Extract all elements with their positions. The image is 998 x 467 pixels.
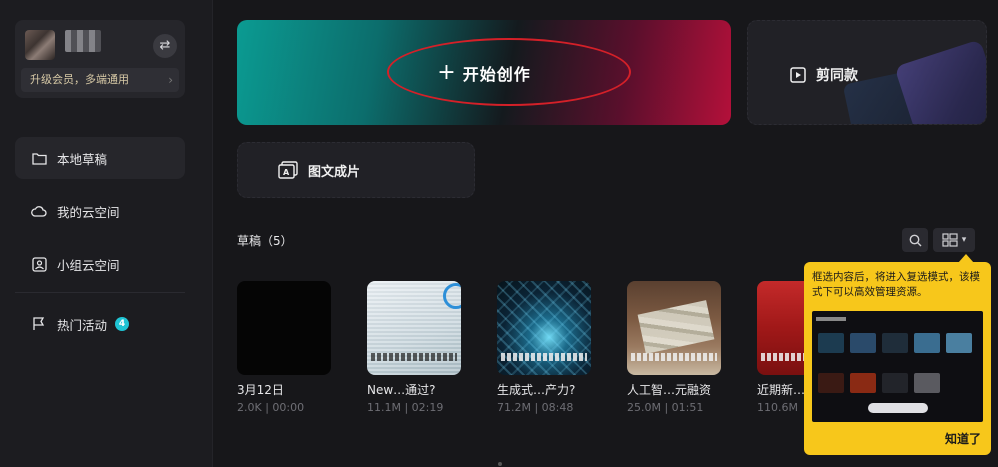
- vip-upgrade-label: 升级会员，多端通用: [30, 73, 129, 86]
- sidebar-item-group-space[interactable]: 小组云空间: [15, 243, 185, 285]
- preview-thumb: [850, 373, 876, 393]
- draft-thumbnail[interactable]: [367, 281, 461, 375]
- draft-item[interactable]: 3月12日 2.0K | 00:00: [237, 281, 333, 414]
- thumbnail-caption-blur: [631, 353, 717, 361]
- drafts-title: 草稿（5）: [237, 234, 293, 248]
- thumbnail-money-texture: [637, 300, 715, 354]
- draft-thumbnail[interactable]: [497, 281, 591, 375]
- draft-name: 人工智…元融资: [627, 383, 712, 397]
- preview-thumb: [914, 333, 940, 353]
- preview-thumb: [818, 373, 844, 393]
- draft-meta: 25.0M | 01:51: [627, 401, 704, 414]
- draft-meta: 2.0K | 00:00: [237, 401, 305, 414]
- start-creation-button[interactable]: + 开始创作: [237, 20, 731, 125]
- preview-title-bar: [816, 317, 846, 321]
- template-button[interactable]: 剪同款: [747, 20, 987, 125]
- group-space-icon: [31, 256, 47, 272]
- preview-thumb: [946, 333, 972, 353]
- tooltip-text: 框选内容后，将进入复选模式，该模式下可以高效管理资源。: [812, 271, 980, 298]
- thumbnail-caption-blur: [371, 353, 457, 361]
- preview-toolbar: [868, 403, 928, 413]
- draft-thumbnail[interactable]: [627, 281, 721, 375]
- image-text-icon: A: [278, 161, 298, 179]
- scroll-indicator: [498, 462, 502, 466]
- sidebar-item-local-drafts[interactable]: 本地草稿: [15, 137, 185, 179]
- sidebar-item-label: 本地草稿: [57, 151, 108, 167]
- draft-meta: 11.1M | 02:19: [367, 401, 444, 414]
- sidebar-item-my-cloud[interactable]: 我的云空间: [15, 190, 185, 232]
- chevron-right-icon: ›: [168, 73, 173, 87]
- preview-thumb: [818, 333, 844, 353]
- image-text-to-video-button[interactable]: A 图文成片: [237, 142, 475, 198]
- username-blurred: [65, 30, 101, 52]
- draft-item[interactable]: 生成式…产力? 71.2M | 08:48: [497, 281, 593, 414]
- draft-item[interactable]: New…通过? 11.1M | 02:19: [367, 281, 463, 414]
- draft-meta: 71.2M | 08:48: [497, 401, 574, 414]
- preview-thumb: [882, 333, 908, 353]
- template-decoration: [894, 39, 986, 124]
- tooltip-preview-image: [812, 311, 983, 422]
- image-text-label: 图文成片: [308, 164, 361, 180]
- preview-thumb: [850, 333, 876, 353]
- svg-text:A: A: [283, 168, 290, 177]
- chevron-down-icon: ▾: [961, 235, 967, 245]
- sidebar-item-label: 小组云空间: [57, 257, 120, 273]
- search-icon: [909, 234, 922, 247]
- cloud-icon: [31, 203, 47, 219]
- sidebar-item-label: 热门活动: [57, 317, 108, 333]
- switch-account-button[interactable]: ⇄: [153, 34, 177, 58]
- draft-thumbnail[interactable]: [237, 281, 331, 375]
- swap-icon: ⇄: [159, 38, 171, 53]
- draft-item[interactable]: 人工智…元融资 25.0M | 01:51: [627, 281, 723, 414]
- got-it-button[interactable]: 知道了: [945, 430, 981, 447]
- preview-thumb: [914, 373, 940, 393]
- multi-select-tip-popover: 框选内容后，将进入复选模式，该模式下可以高效管理资源。 知道了: [804, 262, 991, 455]
- draft-name: 3月12日: [237, 383, 284, 397]
- sidebar-item-hot-events[interactable]: 热门活动 4: [15, 303, 185, 345]
- divider: [15, 292, 185, 293]
- vip-upgrade-banner[interactable]: 升级会员，多端通用 ›: [21, 68, 179, 92]
- template-label: 剪同款: [816, 68, 858, 84]
- avatar[interactable]: [25, 30, 55, 60]
- highlight-ellipse-annotation: [387, 38, 631, 106]
- search-button[interactable]: [902, 228, 928, 252]
- view-mode-dropdown[interactable]: ▾: [933, 228, 975, 252]
- notification-badge: 4: [115, 317, 130, 331]
- grid-view-icon: [942, 233, 958, 247]
- thumbnail-caption-blur: [501, 353, 587, 361]
- flag-icon: [31, 316, 47, 332]
- sidebar: ⇄ 升级会员，多端通用 › 本地草稿 我的云空间 小组云空间 热门活动 4: [0, 0, 213, 467]
- draft-name: New…通过?: [367, 383, 436, 397]
- template-icon: [790, 67, 806, 83]
- folder-icon: [31, 150, 47, 166]
- draft-name: 生成式…产力?: [497, 383, 576, 397]
- preview-thumb: [882, 373, 908, 393]
- user-card[interactable]: ⇄ 升级会员，多端通用 ›: [15, 20, 185, 98]
- sidebar-item-label: 我的云空间: [57, 204, 120, 220]
